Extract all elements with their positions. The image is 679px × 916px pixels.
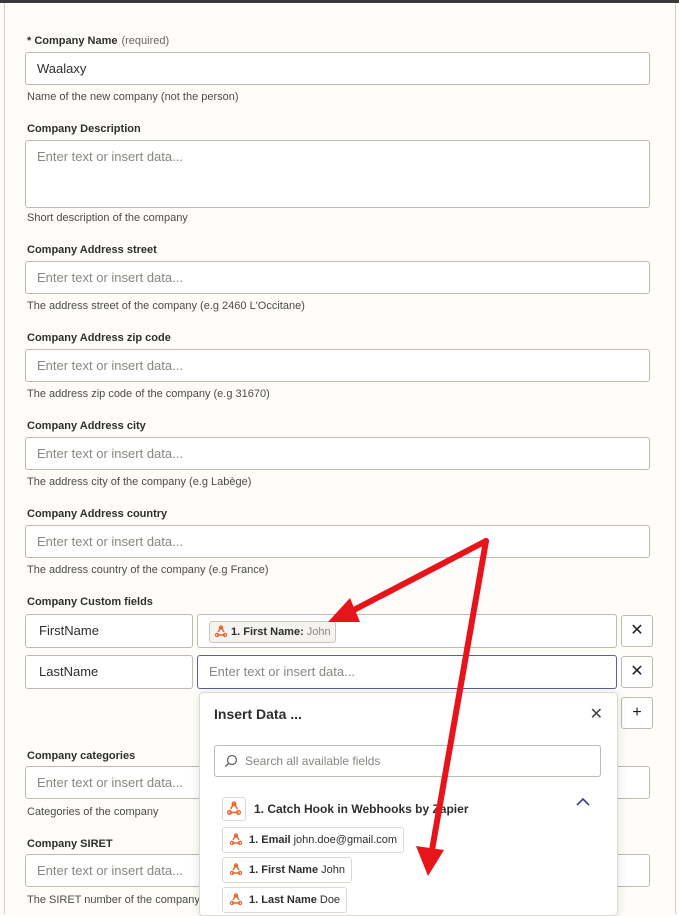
webhook-icon: [214, 625, 228, 638]
address-country-label: Company Address country: [27, 508, 168, 520]
address-city-help: The address city of the company (e.g Lab…: [27, 476, 252, 488]
step-group-header[interactable]: 1. Catch Hook in Webhooks by Zapier: [222, 797, 468, 821]
step-group-title: 1. Catch Hook in Webhooks by Zapier: [254, 802, 469, 816]
close-icon[interactable]: ✕: [590, 704, 603, 724]
webhook-icon: [222, 797, 246, 821]
address-street-input[interactable]: Enter text or insert data...: [25, 261, 650, 294]
company-description-help: Short description of the company: [27, 212, 188, 224]
item-value: Doe: [319, 894, 341, 906]
required-tag: (required): [121, 35, 170, 47]
data-item-first-name[interactable]: 1. First Name John: [222, 857, 352, 883]
address-country-help: The address country of the company (e.g …: [27, 564, 269, 576]
data-item-email[interactable]: 1. Email john.doe@gmail.com: [222, 827, 405, 853]
address-zip-help: The address zip code of the company (e.g…: [27, 388, 270, 400]
item-value: John: [321, 864, 345, 876]
webhook-icon: [227, 831, 245, 849]
address-city-label: Company Address city: [27, 420, 146, 432]
item-value: john.doe@gmail.com: [293, 834, 398, 846]
address-zip-input[interactable]: Enter text or insert data...: [25, 349, 650, 382]
company-name-help: Name of the new company (not the person): [27, 91, 239, 103]
company-name-label: * Company Name (required): [27, 35, 170, 47]
categories-help: Categories of the company: [27, 806, 159, 818]
search-placeholder: Search all available fields: [245, 754, 381, 768]
insert-data-panel: Insert Data ... ✕ Search all available f…: [199, 692, 618, 916]
custom-field-key-lastname[interactable]: LastName: [25, 655, 193, 689]
pill-value: John: [306, 626, 331, 638]
item-label: 1. Email: [249, 834, 291, 846]
company-name-input[interactable]: Waalaxy: [25, 52, 650, 85]
item-label: 1. Last Name: [249, 894, 317, 906]
siret-help: The SIRET number of the company: [27, 894, 200, 906]
item-label: 1. First Name: [249, 864, 319, 876]
company-description-label: Company Description: [27, 123, 141, 135]
categories-label: Company categories: [27, 750, 136, 762]
pill-label: 1. First Name:: [231, 626, 304, 638]
search-fields-input[interactable]: Search all available fields: [214, 745, 601, 777]
top-border: [0, 0, 679, 3]
remove-row-button[interactable]: ✕: [621, 656, 653, 688]
remove-row-button[interactable]: ✕: [621, 615, 653, 647]
address-city-input[interactable]: Enter text or insert data...: [25, 437, 650, 470]
search-icon: [225, 754, 238, 767]
data-item-last-name[interactable]: 1. Last Name Doe: [222, 887, 348, 913]
add-row-button[interactable]: +: [621, 697, 653, 729]
address-street-label: Company Address street: [27, 244, 157, 256]
custom-field-value-lastname[interactable]: Enter text or insert data...: [197, 655, 617, 689]
company-description-input[interactable]: Enter text or insert data...: [25, 140, 650, 208]
custom-field-key-firstname[interactable]: FirstName: [25, 614, 193, 648]
insert-data-title: Insert Data ...: [214, 706, 302, 722]
custom-fields-label: Company Custom fields: [27, 596, 153, 608]
address-street-help: The address street of the company (e.g 2…: [27, 300, 305, 312]
address-zip-label: Company Address zip code: [27, 332, 171, 344]
address-country-input[interactable]: Enter text or insert data...: [25, 525, 650, 558]
siret-label: Company SIRET: [27, 838, 113, 850]
data-pill-first-name[interactable]: 1. First Name: John: [209, 621, 336, 643]
chevron-up-icon[interactable]: [575, 797, 591, 807]
webhook-icon: [227, 891, 245, 909]
custom-field-value-firstname[interactable]: 1. First Name: John: [197, 614, 617, 648]
webhook-icon: [227, 861, 245, 879]
